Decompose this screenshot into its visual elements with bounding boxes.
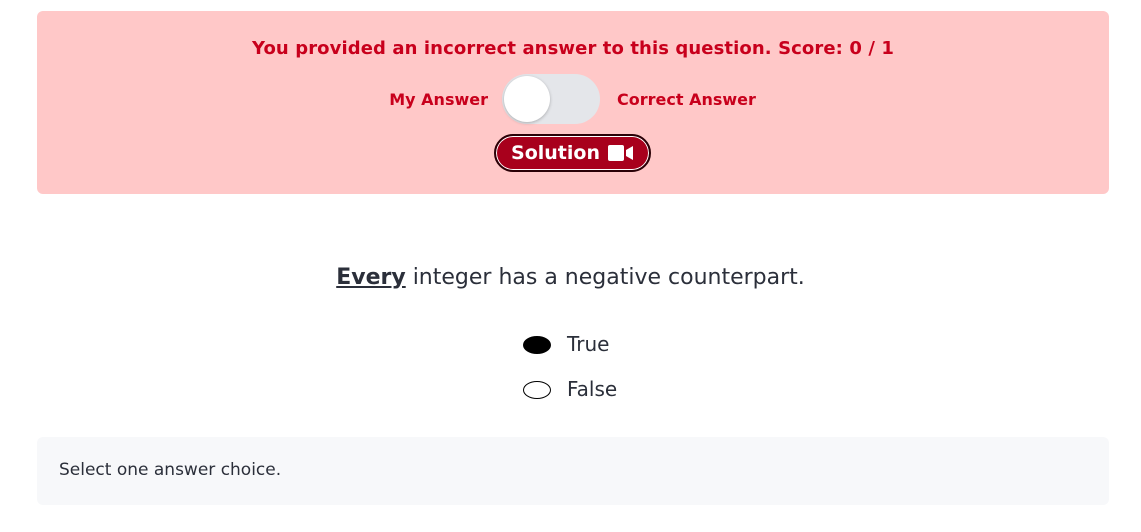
toggle-knob[interactable]: [504, 76, 550, 122]
feedback-banner: You provided an incorrect answer to this…: [37, 11, 1109, 194]
option-false[interactable]: False: [523, 377, 617, 422]
hint-box: Select one answer choice.: [37, 437, 1109, 505]
answer-options: True False: [523, 332, 617, 422]
correct-answer-label: Correct Answer: [617, 90, 756, 109]
option-true-label: True: [567, 332, 610, 356]
option-false-label: False: [567, 377, 618, 401]
video-camera-icon: [607, 144, 634, 162]
question-text: Every integer has a negative counterpart…: [0, 265, 1141, 290]
question-body: integer has a negative counterpart.: [405, 265, 805, 290]
my-answer-label: My Answer: [389, 90, 488, 109]
feedback-message: You provided an incorrect answer to this…: [251, 38, 894, 59]
answer-toggle-row: My Answer Correct Answer: [37, 74, 1109, 124]
solution-button-label: Solution: [511, 142, 600, 164]
solution-button[interactable]: Solution: [494, 134, 651, 172]
hint-text: Select one answer choice.: [59, 460, 282, 480]
radio-true[interactable]: [523, 336, 551, 354]
answer-toggle-switch[interactable]: [502, 74, 600, 124]
question-emphasis: Every: [336, 265, 406, 290]
option-true[interactable]: True: [523, 332, 617, 377]
radio-false[interactable]: [523, 381, 551, 399]
